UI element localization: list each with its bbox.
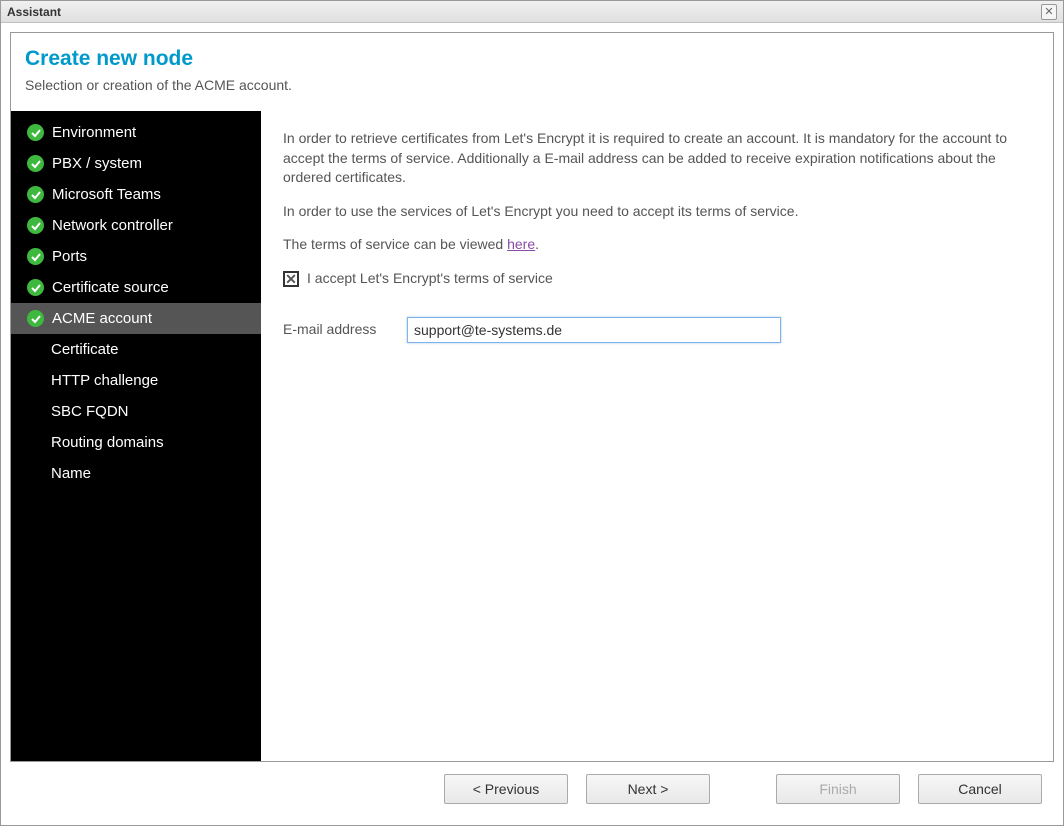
sidebar-item-sbc-fqdn[interactable]: SBC FQDN: [11, 396, 261, 427]
check-icon: [27, 124, 44, 141]
main-panel: In order to retrieve certificates from L…: [261, 111, 1053, 761]
accept-tos-label: I accept Let's Encrypt's terms of servic…: [307, 269, 553, 289]
dialog-subtitle: Selection or creation of the ACME accoun…: [25, 77, 1039, 93]
close-button[interactable]: ✕: [1041, 4, 1057, 20]
intro-paragraph-2: In order to use the services of Let's En…: [283, 202, 1031, 222]
footer-gap: [728, 774, 758, 804]
sidebar-item-label: Certificate: [51, 341, 119, 358]
tos-link[interactable]: here: [507, 236, 535, 252]
titlebar: Assistant ✕: [1, 1, 1063, 23]
accept-tos-checkbox[interactable]: ✕: [283, 271, 299, 287]
dialog-title: Create new node: [25, 47, 1039, 71]
sidebar-item-certificate-source[interactable]: Certificate source: [11, 272, 261, 303]
check-icon: [27, 310, 44, 327]
intro-paragraph-1: In order to retrieve certificates from L…: [283, 129, 1031, 188]
previous-button[interactable]: < Previous: [444, 774, 568, 804]
sidebar-item-network-controller[interactable]: Network controller: [11, 210, 261, 241]
dialog-body: Create new node Selection or creation of…: [1, 23, 1063, 825]
check-icon: [27, 217, 44, 234]
check-icon: [27, 186, 44, 203]
tos-line: The terms of service can be viewed here.: [283, 235, 1031, 255]
assistant-window: Assistant ✕ Create new node Selection or…: [0, 0, 1064, 826]
sidebar-item-label: PBX / system: [52, 155, 142, 172]
dialog-footer: < Previous Next > Finish Cancel: [10, 762, 1054, 816]
sidebar-item-label: SBC FQDN: [51, 403, 129, 420]
next-button[interactable]: Next >: [586, 774, 710, 804]
sidebar-item-pbx-system[interactable]: PBX / system: [11, 148, 261, 179]
sidebar-item-environment[interactable]: Environment: [11, 117, 261, 148]
sidebar-item-microsoft-teams[interactable]: Microsoft Teams: [11, 179, 261, 210]
sidebar-item-certificate[interactable]: Certificate: [11, 334, 261, 365]
accept-tos-row: ✕ I accept Let's Encrypt's terms of serv…: [283, 269, 1031, 289]
cancel-button[interactable]: Cancel: [918, 774, 1042, 804]
sidebar-item-label: Environment: [52, 124, 136, 141]
close-icon: ✕: [1044, 5, 1053, 18]
sidebar-item-label: Ports: [52, 248, 87, 265]
sidebar-item-label: Network controller: [52, 217, 173, 234]
sidebar-item-label: Routing domains: [51, 434, 164, 451]
email-row: E-mail address: [283, 317, 1031, 343]
dialog-header: Create new node Selection or creation of…: [10, 32, 1054, 111]
sidebar-item-label: HTTP challenge: [51, 372, 158, 389]
check-icon: [27, 279, 44, 296]
wizard-sidebar: Environment PBX / system Microsoft Teams Ne…: [11, 111, 261, 761]
sidebar-item-ports[interactable]: Ports: [11, 241, 261, 272]
sidebar-item-http-challenge[interactable]: HTTP challenge: [11, 365, 261, 396]
sidebar-item-label: ACME account: [52, 310, 152, 327]
check-icon: [27, 248, 44, 265]
email-label: E-mail address: [283, 320, 383, 340]
sidebar-item-name[interactable]: Name: [11, 458, 261, 489]
tos-suffix: .: [535, 236, 539, 252]
tos-prefix: The terms of service can be viewed: [283, 236, 507, 252]
sidebar-item-acme-account[interactable]: ACME account: [11, 303, 261, 334]
content-row: Environment PBX / system Microsoft Teams Ne…: [10, 111, 1054, 762]
check-icon: [27, 155, 44, 172]
sidebar-item-routing-domains[interactable]: Routing domains: [11, 427, 261, 458]
sidebar-item-label: Microsoft Teams: [52, 186, 161, 203]
finish-button: Finish: [776, 774, 900, 804]
window-title: Assistant: [7, 5, 61, 19]
email-input[interactable]: [407, 317, 781, 343]
sidebar-item-label: Name: [51, 465, 91, 482]
sidebar-item-label: Certificate source: [52, 279, 169, 296]
